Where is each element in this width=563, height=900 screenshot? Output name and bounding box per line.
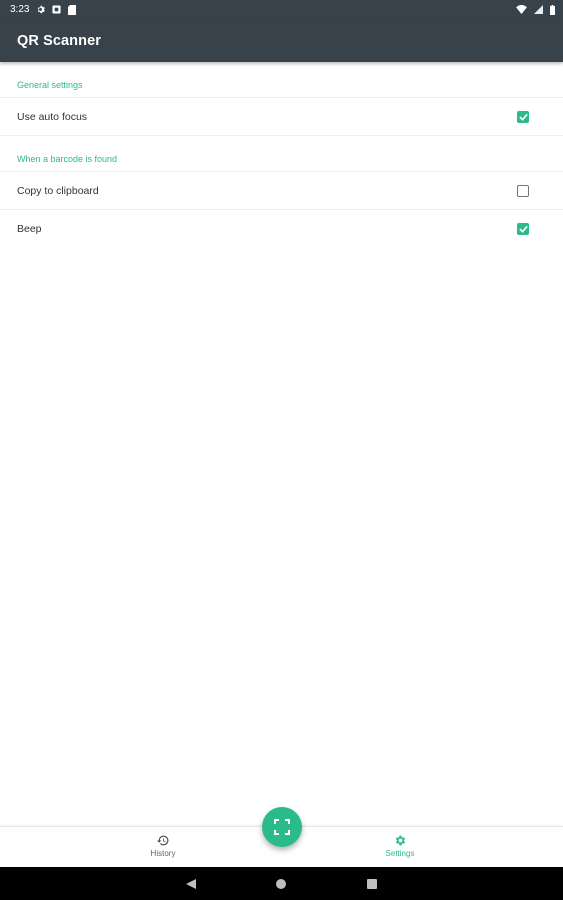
pref-auto-focus[interactable]: Use auto focus [0,98,563,136]
check-icon [518,225,528,233]
nav-settings[interactable]: Settings [360,834,440,858]
history-icon [157,835,169,846]
signal-icon [534,5,543,14]
system-navigation-bar [0,867,563,900]
status-bar-right [516,4,555,15]
recents-square-icon [367,879,377,889]
section-header-general: General settings [0,62,563,98]
auto-focus-checkbox[interactable] [517,110,529,123]
home-button[interactable] [274,877,288,891]
nav-history[interactable]: History [123,834,203,858]
status-bar: 3:23 [0,0,563,19]
notification-icon [52,5,62,14]
pref-auto-focus-label: Use auto focus [17,110,88,123]
pref-copy-clipboard[interactable]: Copy to clipboard [0,172,563,210]
section-header-barcode: When a barcode is found [0,136,563,172]
nav-settings-label: Settings [385,849,415,858]
wifi-icon [516,5,527,14]
copy-clipboard-checkbox[interactable] [517,184,529,197]
pref-copy-clipboard-label: Copy to clipboard [17,184,99,197]
home-circle-icon [276,879,286,889]
settings-list: General settings Use auto focus When a b… [0,62,563,248]
recents-button[interactable] [365,877,379,891]
check-icon [518,113,528,121]
scan-fab-button[interactable] [262,807,302,847]
pref-beep-label: Beep [17,223,42,235]
back-button[interactable] [184,877,198,891]
status-bar-left: 3:23 [10,4,77,15]
beep-checkbox[interactable] [517,223,529,235]
nav-history-label: History [150,849,176,858]
battery-icon [550,4,555,15]
scan-frame-icon [274,819,290,835]
app-title: QR Scanner [17,32,101,49]
app-bar: QR Scanner [0,19,563,62]
sd-card-icon [68,4,77,15]
pref-beep[interactable]: Beep [0,210,563,248]
back-triangle-icon [186,879,196,889]
gear-icon [36,5,46,14]
gear-icon [395,835,405,846]
status-time: 3:23 [10,4,30,15]
